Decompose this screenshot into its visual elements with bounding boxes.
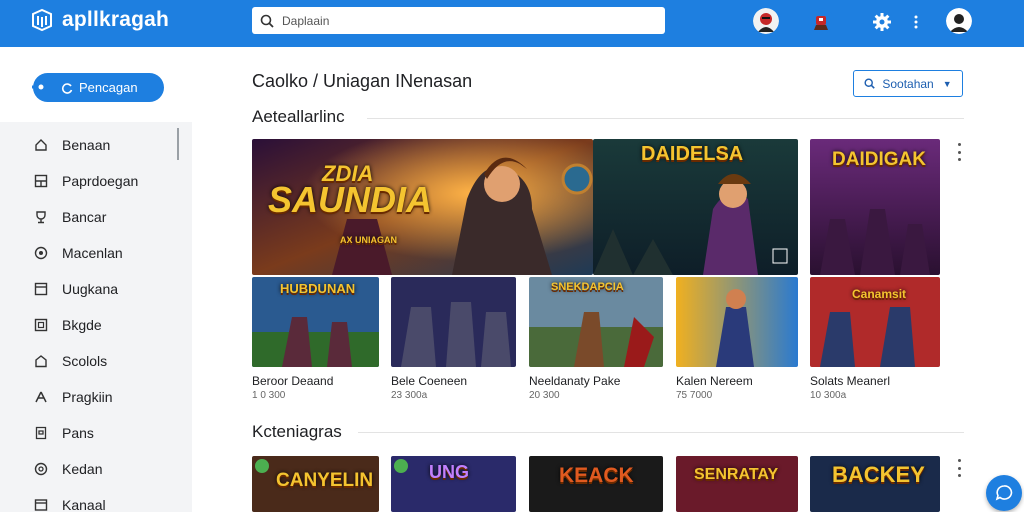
breadcrumb: Caolko / Uniagan INenasan: [252, 71, 473, 91]
categories-more-icon[interactable]: [957, 459, 961, 477]
sidebar-item-label: Pans: [62, 425, 94, 441]
category-tile-title: UNG: [429, 462, 469, 482]
clock-icon: [33, 245, 49, 261]
chat-button[interactable]: [986, 475, 1022, 511]
game-meta: 20 300: [529, 390, 560, 401]
sidebar-item-label: Kedan: [62, 461, 103, 477]
sidebar-item-box[interactable]: Uugkana: [33, 279, 118, 299]
category-tile-title: SENRATAY: [694, 466, 779, 483]
search-icon: [864, 78, 876, 89]
sidebar-item-label: Scolols: [62, 353, 108, 369]
box-icon: [33, 281, 49, 297]
section-divider: [367, 118, 964, 119]
sidebar-item-label: Bancar: [62, 209, 107, 225]
target-icon: [33, 461, 49, 477]
featured-more-icon[interactable]: [957, 143, 961, 161]
settings-icon[interactable]: [871, 11, 893, 33]
sidebar-item-label: Macenlan: [62, 245, 123, 261]
game-name[interactable]: Neeldanaty Pake: [529, 374, 620, 388]
featured-main-tag: AX UNIAGAN: [340, 235, 398, 245]
featured-third-title: DAIDIGAK: [832, 149, 926, 170]
game-thumb-title: HUBDUNAN: [280, 281, 356, 296]
gear-icon: [32, 78, 50, 96]
puzzle-icon: [33, 317, 49, 333]
sidebar-item-label: Benaan: [62, 137, 111, 153]
game-thumbnail[interactable]: HUBDUNAN: [252, 277, 379, 367]
sidebar-item-label: Kanaal: [62, 497, 106, 512]
game-thumb-title: Canamsit: [852, 287, 907, 301]
game-thumbnail[interactable]: [676, 277, 798, 367]
house-icon: [33, 353, 49, 369]
grid-icon: [33, 173, 49, 189]
app-logo[interactable]: apllkragah: [30, 8, 169, 32]
person-icon: [33, 389, 49, 405]
section-divider: [358, 432, 964, 433]
sidebar-item-trophy[interactable]: Bancar: [33, 207, 106, 227]
chat-icon: [995, 485, 1013, 501]
sidebar-item-clock[interactable]: Macenlan: [33, 243, 123, 263]
home-icon: [33, 137, 49, 153]
section-title-featured: Aeteallarlinc: [252, 107, 345, 126]
sidebar-item-target[interactable]: Kedan: [33, 459, 102, 479]
category-tile-title: CANYELIN: [276, 470, 374, 491]
search-icon: [260, 14, 274, 28]
search-input[interactable]: [282, 13, 642, 28]
game-meta: 75 7000: [676, 390, 713, 401]
folder-icon: [33, 497, 49, 512]
sidebar-item-person[interactable]: Pragkiin: [33, 387, 113, 407]
refresh-icon: [61, 82, 73, 94]
game-name[interactable]: Kalen Nereem: [676, 374, 753, 388]
featured-second-title: DAIDELSA: [641, 143, 744, 165]
search-box[interactable]: [252, 7, 665, 34]
sidebar-item-label: Bkgde: [62, 317, 102, 333]
sidebar-scrollbar[interactable]: [177, 128, 179, 160]
sidebar-item-house[interactable]: Scolols: [33, 351, 107, 371]
category-tile-title: KEACK: [559, 464, 634, 487]
sidebar-item-puzzle[interactable]: Bkgde: [33, 315, 102, 335]
game-name[interactable]: Solats Meanerl: [810, 374, 890, 388]
chevron-down-icon: ▼: [942, 78, 952, 89]
featured-banner-main[interactable]: SAUNDIA ZDIA AX UNIAGAN: [252, 139, 593, 275]
create-button[interactable]: Pencagan: [33, 73, 164, 102]
game-meta: 1 0 300: [252, 390, 286, 401]
sidebar-item-label: Paprdoegan: [62, 173, 139, 189]
sidebar-item-grid[interactable]: Paprdoegan: [33, 171, 138, 191]
sidebar-item-home[interactable]: Benaan: [33, 135, 110, 155]
game-thumbnail[interactable]: [391, 277, 516, 367]
sort-label: Sootahan: [882, 76, 934, 91]
featured-banner-third[interactable]: DAIDIGAK: [810, 139, 940, 275]
category-tile[interactable]: BACKEY: [810, 456, 940, 512]
app-title: apllkragah: [62, 8, 170, 31]
game-thumbnail[interactable]: Canamsit: [810, 277, 940, 367]
game-meta: 23 300a: [391, 390, 428, 401]
shield-icon: [33, 425, 49, 441]
sort-dropdown[interactable]: Sootahan ▼: [853, 70, 963, 97]
category-tile-title: BACKEY: [832, 462, 925, 487]
game-name[interactable]: Beroor Deaand: [252, 374, 333, 388]
logo-icon: [32, 8, 52, 32]
game-meta: 10 300a: [810, 390, 847, 401]
sidebar-item-shield[interactable]: Pans: [33, 423, 94, 443]
create-button-label: Pencagan: [79, 80, 138, 95]
notification-avatar-icon[interactable]: [753, 8, 779, 34]
sidebar-item-folder[interactable]: Kanaal: [33, 495, 106, 512]
top-app-bar: apllkragah: [0, 0, 1024, 47]
game-thumb-title: SNEKDAPCIA: [551, 281, 624, 293]
store-icon[interactable]: [808, 8, 834, 34]
sidebar-item-label: Uugkana: [62, 281, 119, 297]
game-name[interactable]: Bele Coeneen: [391, 374, 467, 388]
featured-main-subtitle: ZDIA: [322, 161, 374, 186]
overflow-menu-icon[interactable]: [905, 11, 927, 33]
category-tile[interactable]: UNG: [391, 456, 516, 512]
game-thumbnail[interactable]: SNEKDAPCIA: [529, 277, 663, 367]
featured-banner-second[interactable]: DAIDELSA: [593, 139, 798, 275]
sidebar-item-label: Pragkiin: [62, 389, 113, 405]
category-tile[interactable]: SENRATAY: [676, 456, 798, 512]
trophy-icon: [33, 209, 49, 225]
category-tile[interactable]: KEACK: [529, 456, 663, 512]
user-avatar[interactable]: [946, 8, 972, 34]
section-title-categories: Kcteniagras: [252, 422, 342, 441]
category-tile[interactable]: CANYELIN: [252, 456, 379, 512]
